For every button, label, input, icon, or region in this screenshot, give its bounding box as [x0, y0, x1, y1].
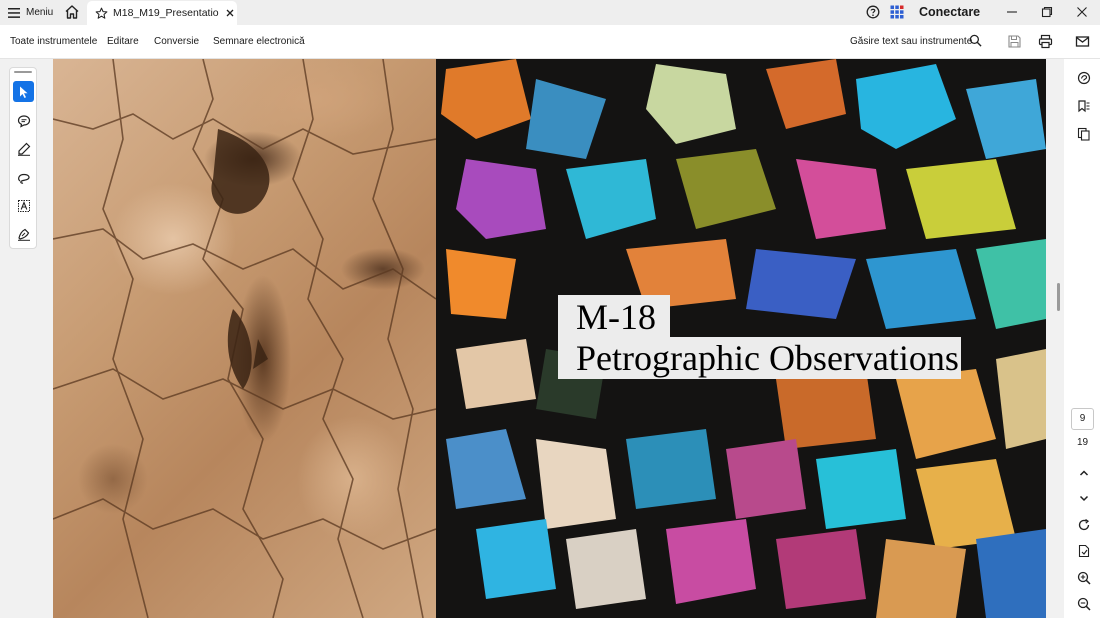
right-side-rail — [1064, 59, 1100, 618]
bookmarks-icon[interactable] — [1077, 99, 1091, 113]
star-icon[interactable] — [95, 7, 108, 20]
tab-title: M18_M19_Presentatio... — [113, 7, 219, 19]
panel-grip[interactable] — [14, 71, 32, 73]
vertical-scrollbar[interactable] — [1057, 283, 1060, 311]
menu-label: Meniu — [26, 7, 54, 18]
restore-icon[interactable] — [1041, 6, 1053, 18]
select-icon — [19, 86, 27, 98]
sign-in-button[interactable]: Conectare — [919, 5, 980, 19]
pages-copy-icon[interactable] — [1077, 127, 1091, 141]
print-icon[interactable] — [1038, 34, 1053, 49]
current-page-input[interactable]: 9 — [1071, 408, 1094, 430]
menu-convert[interactable]: Conversie — [154, 36, 199, 47]
main-toolbar: Toate instrumentele Editare Conversie Se… — [0, 25, 1100, 59]
draw-tool[interactable] — [13, 167, 34, 188]
help-icon[interactable] — [866, 5, 880, 19]
zoom-out-icon[interactable] — [1077, 597, 1091, 611]
slide-title-line-1: M-18 — [558, 295, 670, 337]
text-box-tool[interactable] — [13, 195, 34, 216]
find-text-or-tools[interactable]: Găsire text sau instrumente — [850, 36, 972, 47]
comment-tool[interactable] — [13, 110, 34, 131]
menu-button[interactable]: Meniu — [8, 4, 53, 21]
total-pages: 19 — [1076, 437, 1089, 448]
close-window-icon[interactable] — [1076, 6, 1088, 18]
save-icon[interactable] — [1007, 34, 1022, 49]
hamburger-icon — [8, 7, 20, 18]
text-box-icon — [17, 199, 30, 212]
sign-tool[interactable] — [13, 223, 34, 244]
menu-e-sign[interactable]: Semnare electronică — [213, 36, 305, 47]
home-icon[interactable] — [63, 3, 81, 21]
refresh-icon[interactable] — [1077, 518, 1091, 532]
zoom-in-icon[interactable] — [1077, 571, 1091, 585]
chevron-up-icon[interactable] — [1077, 466, 1091, 480]
slide-page: M-18 Petrographic Observations — [53, 59, 1046, 618]
highlight-tool[interactable] — [13, 138, 34, 159]
menu-all-tools[interactable]: Toate instrumentele — [10, 36, 97, 47]
micrograph-fractures — [53, 59, 436, 618]
sign-icon — [17, 228, 30, 241]
highlight-pen-icon — [17, 142, 30, 156]
email-icon[interactable] — [1075, 34, 1090, 49]
quick-tools-panel — [9, 67, 37, 249]
document-settings-icon[interactable] — [1077, 544, 1091, 558]
document-tab[interactable]: M18_M19_Presentatio... — [87, 1, 237, 25]
menu-edit[interactable]: Editare — [107, 36, 139, 47]
ai-assistant-icon[interactable] — [1077, 71, 1091, 85]
slide-title-line-2: Petrographic Observations — [558, 337, 961, 379]
search-icon[interactable] — [969, 34, 982, 47]
minimize-icon[interactable] — [1006, 6, 1018, 18]
chevron-down-icon[interactable] — [1077, 491, 1091, 505]
comment-icon — [17, 114, 30, 128]
lasso-draw-icon — [17, 173, 30, 184]
title-bar: Meniu M18_M19_Presentatio... Conectare — [0, 0, 1100, 25]
apps-grid-icon[interactable] — [890, 5, 904, 19]
select-tool[interactable] — [13, 81, 34, 102]
close-tab-icon[interactable] — [225, 8, 235, 18]
